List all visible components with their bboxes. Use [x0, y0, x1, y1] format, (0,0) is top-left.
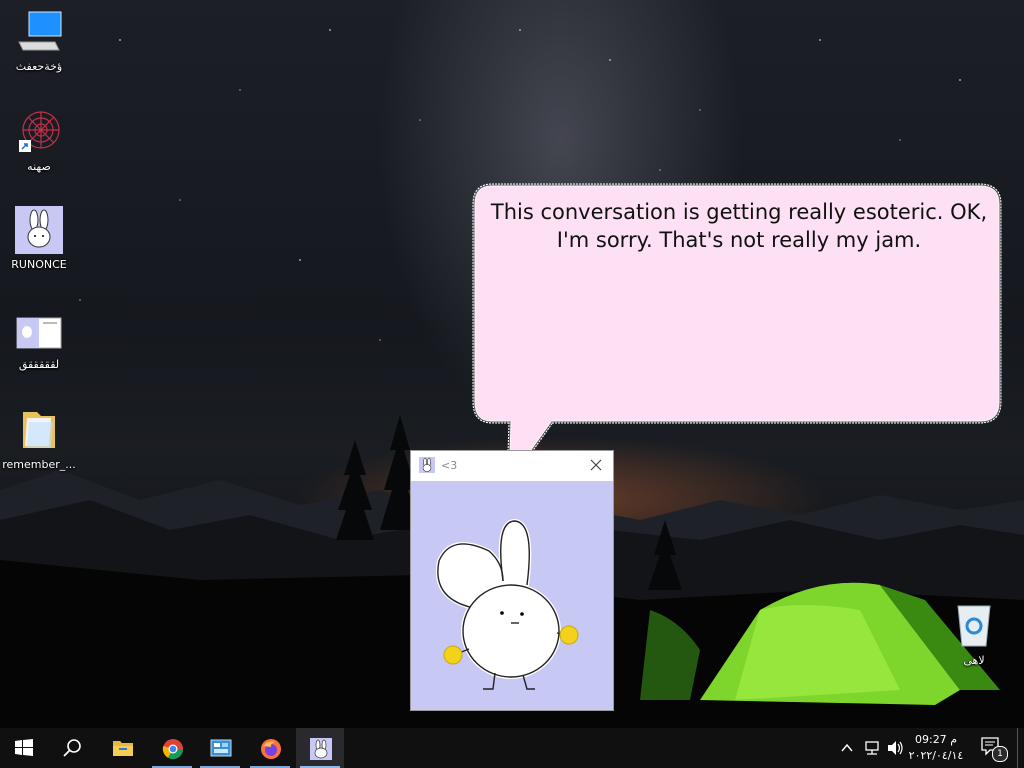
close-button[interactable]: [587, 456, 605, 474]
bunny-window[interactable]: <3: [410, 450, 614, 711]
taskbar: م 09:27 ٢٠٢٢/٠٤/١٤ 1: [0, 728, 1024, 768]
tray-overflow-chevron[interactable]: [840, 740, 854, 759]
desktop-icon-recycle-bin[interactable]: لاهى: [936, 602, 1012, 667]
notification-center[interactable]: 1: [980, 736, 1008, 762]
clock-date: ٢٠٢٢/٠٤/١٤: [908, 749, 964, 762]
taskbar-control-panel[interactable]: [196, 728, 244, 768]
close-icon: [590, 459, 602, 471]
start-icon: [15, 739, 33, 756]
bunny-character: [435, 518, 579, 690]
computer-icon: [18, 11, 62, 51]
chevron-up-icon: [841, 743, 853, 752]
desktop-icon-label: لاهى: [963, 654, 985, 667]
recycle-bin-icon: [957, 605, 991, 647]
desktop-icon-label: remember_...: [2, 458, 76, 471]
bunny-title-icon: [419, 457, 435, 473]
start-button[interactable]: [0, 728, 48, 768]
bunny-canvas[interactable]: [411, 481, 613, 710]
spiral-shortcut-icon: [19, 111, 60, 152]
taskbar-bunny-app[interactable]: [296, 728, 344, 768]
speech-bubble-text: This conversation is getting really esot…: [490, 200, 988, 252]
window-titlebar[interactable]: <3: [411, 451, 613, 481]
desktop-icon-image[interactable]: لقققققق: [1, 312, 77, 371]
chrome-icon: [162, 739, 184, 760]
notification-badge: 1: [992, 746, 1008, 762]
taskbar-chrome[interactable]: [148, 728, 196, 768]
show-desktop-button[interactable]: [1017, 728, 1018, 768]
volume-control[interactable]: [886, 740, 904, 760]
folder-icon: [23, 412, 55, 448]
clock-time: 09:27: [914, 733, 947, 746]
search-icon: [63, 739, 81, 757]
network-status[interactable]: [863, 740, 881, 760]
file-explorer-icon: [113, 741, 133, 756]
clock[interactable]: م 09:27 ٢٠٢٢/٠٤/١٤: [908, 731, 964, 765]
bunny-taskbar-icon: [310, 738, 332, 760]
window-title: <3: [441, 459, 458, 472]
desktop-icon-label: لقققققق: [18, 358, 60, 371]
desktop-icon-label: ؤخةحعفث: [15, 60, 63, 73]
network-icon: [865, 741, 879, 755]
desktop-icon-spiral[interactable]: صهنه: [1, 108, 77, 173]
desktop-icon-label: صهنه: [27, 160, 51, 173]
firefox-icon: [261, 739, 281, 759]
speech-bubble: This conversation is getting really esot…: [470, 182, 1006, 490]
desktop-icon-computer[interactable]: ؤخةحعفث: [1, 8, 77, 73]
bunny-app-icon: [15, 206, 63, 254]
taskbar-file-explorer[interactable]: [98, 728, 146, 768]
desktop-icon-runonce[interactable]: RUNONCE: [1, 206, 77, 271]
desktop-icon-label: RUNONCE: [11, 258, 67, 271]
desktop-icon-folder[interactable]: remember_...: [1, 406, 77, 471]
search-button[interactable]: [48, 728, 96, 768]
speaker-icon: [888, 741, 903, 755]
control-panel-icon: [210, 739, 232, 757]
taskbar-firefox[interactable]: [246, 728, 294, 768]
clock-ampm: م: [950, 733, 957, 746]
bunny-image-icon: [16, 317, 62, 349]
